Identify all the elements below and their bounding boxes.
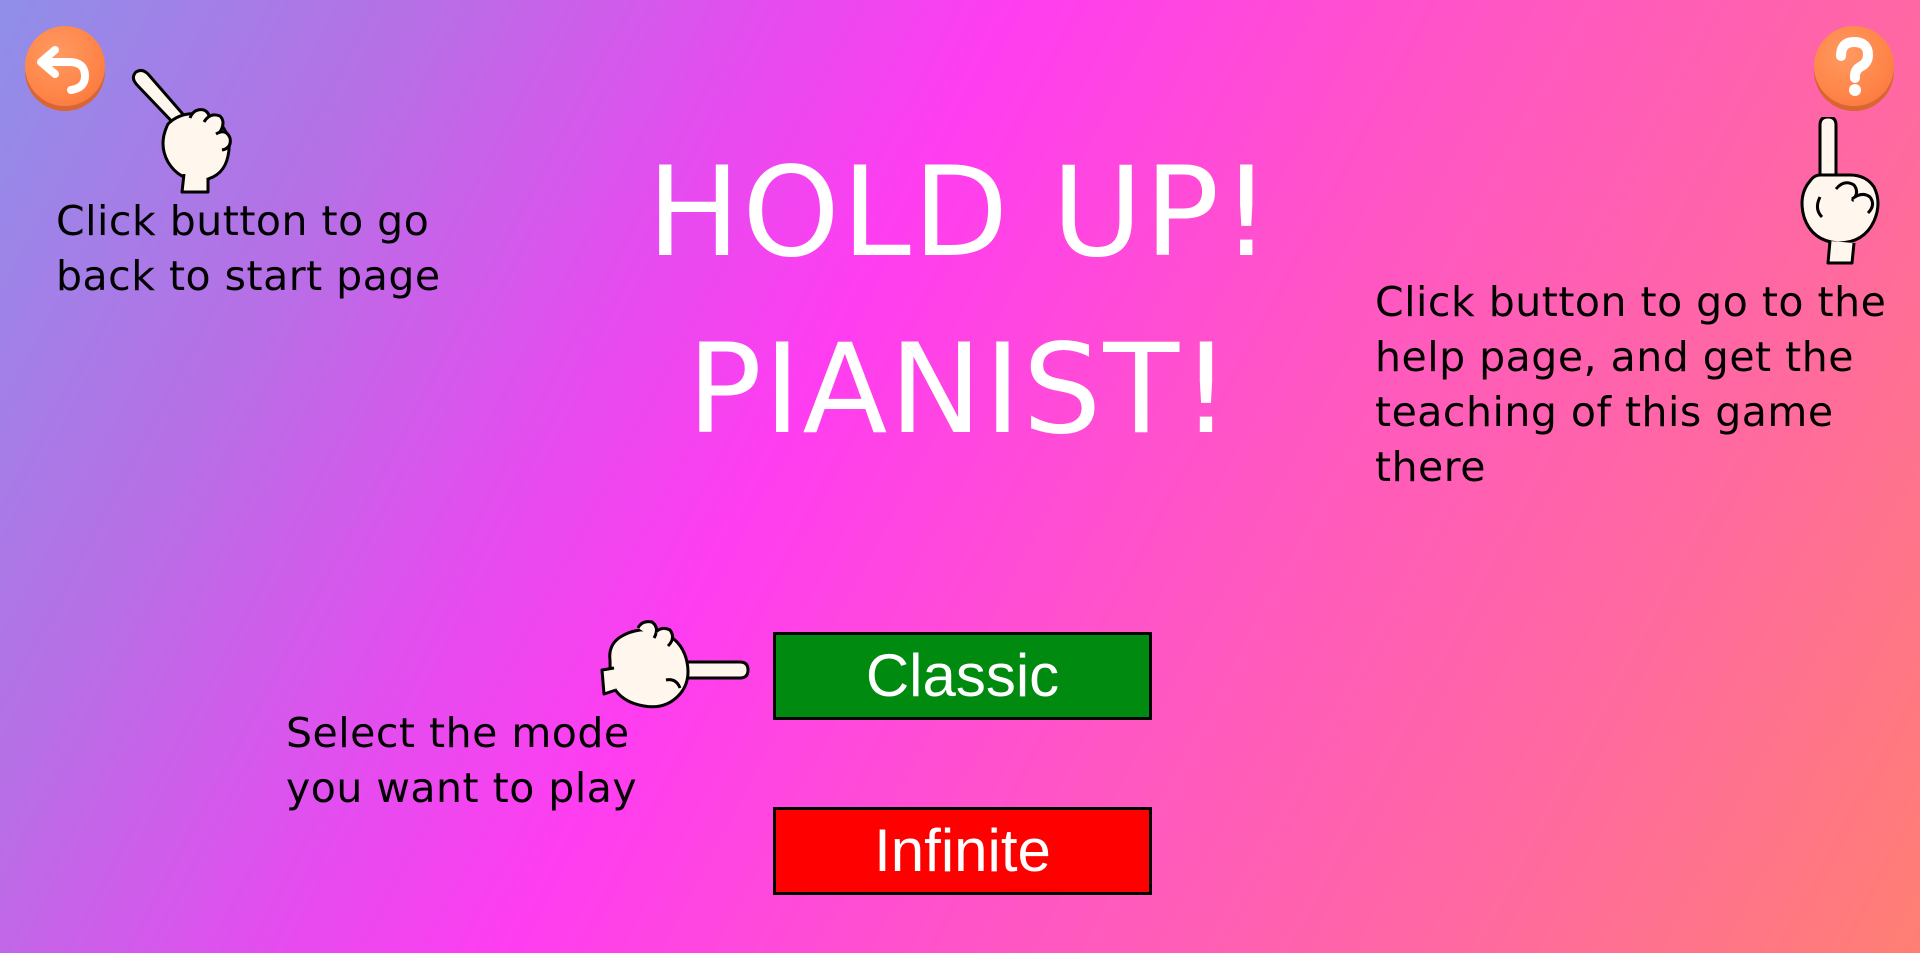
- back-arrow-icon: [37, 46, 90, 94]
- game-title-line-2: PIANIST!: [687, 318, 1233, 462]
- mode-hint-text: Select the mode you want to play: [286, 709, 638, 812]
- pointing-hand-icon: [131, 68, 232, 194]
- game-title-line-1: HOLD UP!: [646, 141, 1274, 285]
- help-hint-text: Click button to go to the help page, and…: [1375, 278, 1887, 491]
- pointing-hand-icon: [600, 620, 750, 709]
- classic-mode-button[interactable]: Classic: [773, 632, 1152, 720]
- help-button[interactable]: [1814, 26, 1894, 106]
- pointing-hand-icon: [1800, 117, 1880, 265]
- back-button[interactable]: [25, 26, 105, 106]
- infinite-mode-button[interactable]: Infinite: [773, 807, 1152, 895]
- back-hint-text: Click button to go back to start page: [56, 197, 441, 300]
- question-mark-icon: [1836, 36, 1874, 96]
